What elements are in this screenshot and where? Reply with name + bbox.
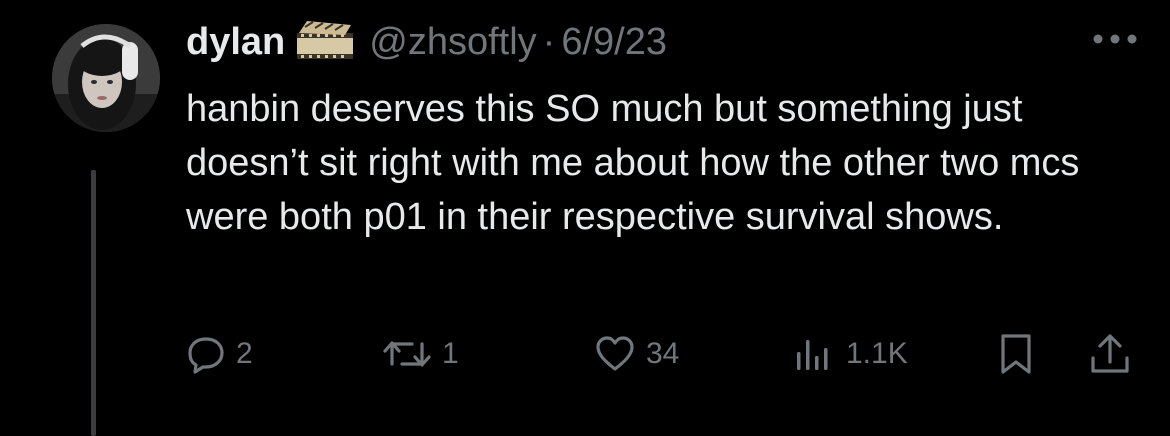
action-bar: 2 1 34 1.1K [186,330,1136,378]
tweet-text: hanbin deserves this SO much but somethi… [186,88,1080,238]
display-name[interactable]: dylan [186,21,285,64]
bookmark-button[interactable] [996,330,1036,378]
avatar-photo [52,24,160,132]
tweet[interactable]: dylan @zhsoftly · 6/9/23 hanbin deserves… [0,0,1170,436]
thread-line [91,170,96,436]
reply-icon [186,334,226,374]
share-icon [1088,332,1132,376]
bookmark-icon [996,332,1036,376]
avatar[interactable] [52,24,160,132]
author-handle[interactable]: @zhsoftly [369,21,536,64]
tweet-date[interactable]: 6/9/23 [561,21,667,64]
view-count: 1.1K [846,337,908,370]
reply-count: 2 [236,337,253,370]
separator-dot: · [542,20,556,63]
share-button[interactable] [1088,330,1132,378]
views-button[interactable]: 1.1K [792,330,908,378]
like-count: 34 [646,337,680,370]
heart-icon [594,334,636,374]
tweet-header: dylan @zhsoftly · 6/9/23 [186,14,667,70]
like-button[interactable]: 34 [594,330,679,378]
bar-chart-icon [792,334,836,374]
retweet-count: 1 [442,337,459,370]
retweet-icon [382,334,432,374]
retweet-button[interactable]: 1 [382,330,459,378]
more-options-icon[interactable] [1092,32,1138,44]
film-strip-icon [295,19,355,65]
reply-button[interactable]: 2 [186,330,253,378]
